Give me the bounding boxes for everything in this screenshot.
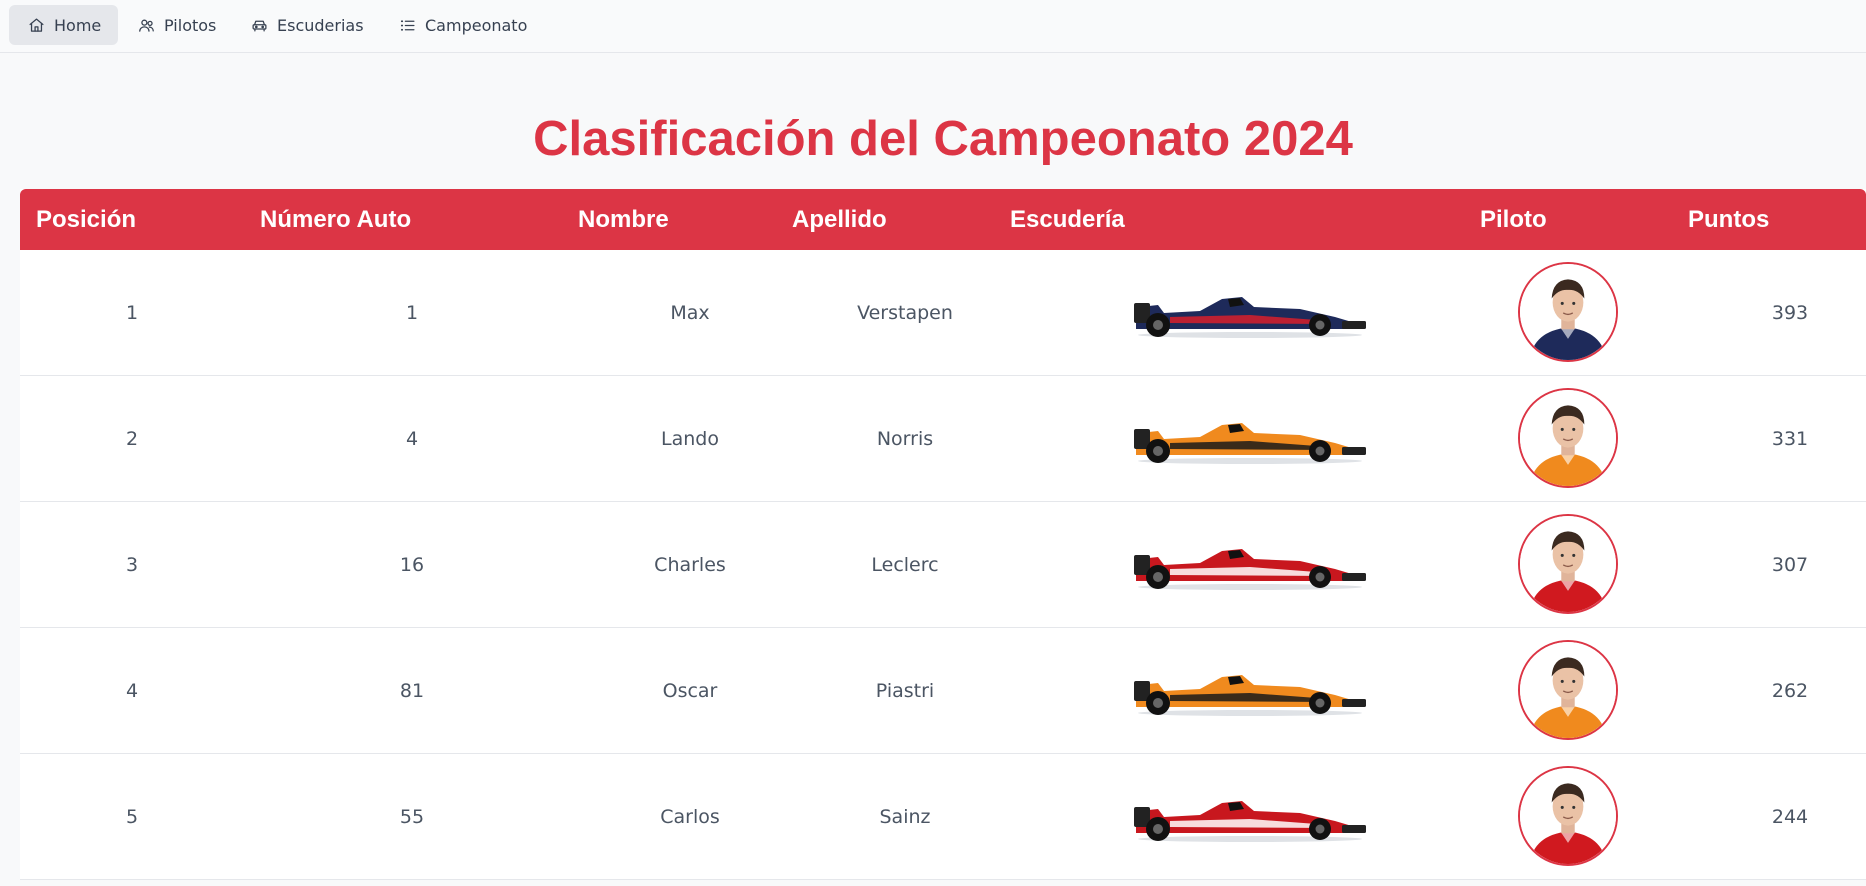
- table-row: 5 55 Carlos Sainz 244: [20, 754, 1866, 880]
- cell-position: 4: [125, 680, 139, 702]
- cell-last-name: Verstapen: [857, 302, 953, 324]
- header-car-number: Número Auto: [260, 206, 412, 233]
- nav-home-label: Home: [54, 15, 102, 35]
- cell-position: 3: [125, 554, 139, 576]
- table-row: 3 16 Charles Leclerc 307: [20, 502, 1866, 628]
- table-row: 1 1 Max Verstapen 393: [20, 250, 1866, 376]
- table-body: 1 1 Max Verstapen 393 2 4 Lando Norris 3…: [20, 250, 1866, 880]
- nav-escuderias[interactable]: Escuderias: [231, 5, 382, 45]
- car-icon: [250, 16, 268, 34]
- cell-first-name: Oscar: [662, 680, 718, 702]
- nav-campeonato-label: Campeonato: [425, 15, 528, 35]
- cell-points: 244: [1771, 806, 1809, 828]
- cell-position: 2: [125, 428, 139, 450]
- header-team: Escudería: [1010, 206, 1125, 233]
- table-header: Posición Número Auto Nombre Apellido Esc…: [20, 189, 1866, 250]
- driver-avatar: [1518, 388, 1618, 488]
- table-row: 4 81 Oscar Piastri 262: [20, 628, 1866, 754]
- home-icon: [28, 16, 45, 34]
- header-position: Posición: [36, 206, 137, 233]
- nav-home[interactable]: Home: [9, 5, 118, 45]
- cell-last-name: Norris: [876, 428, 934, 450]
- standings-table: Posición Número Auto Nombre Apellido Esc…: [20, 189, 1866, 880]
- cell-last-name: Sainz: [879, 806, 931, 828]
- cell-points: 307: [1771, 554, 1809, 576]
- list-icon: [398, 16, 416, 34]
- cell-points: 393: [1771, 302, 1809, 324]
- cell-first-name: Max: [670, 302, 710, 324]
- driver-avatar: [1518, 766, 1618, 866]
- cell-car-number: 1: [405, 302, 419, 324]
- cell-car-number: 81: [399, 680, 425, 702]
- cell-points: 331: [1771, 428, 1809, 450]
- team-car-image: [1115, 754, 1385, 880]
- driver-avatar: [1518, 262, 1618, 362]
- nav-pilotos[interactable]: Pilotos: [118, 5, 234, 45]
- header-driver: Piloto: [1480, 206, 1547, 233]
- cell-car-number: 4: [405, 428, 419, 450]
- team-car-image: [1115, 376, 1385, 502]
- page-title: Clasificación del Campeonato 2024: [533, 112, 1353, 166]
- cell-first-name: Charles: [654, 554, 726, 576]
- nav-campeonato[interactable]: Campeonato: [379, 5, 545, 45]
- header-first-name: Nombre: [578, 206, 669, 233]
- top-navbar: Home Pilotos Escuderias Campeonato: [0, 0, 1866, 53]
- nav-pilotos-label: Pilotos: [164, 15, 217, 35]
- cell-first-name: Carlos: [660, 806, 720, 828]
- table-row: 2 4 Lando Norris 331: [20, 376, 1866, 502]
- cell-last-name: Piastri: [875, 680, 935, 702]
- cell-first-name: Lando: [661, 428, 719, 450]
- cell-position: 1: [125, 302, 139, 324]
- team-car-image: [1115, 250, 1385, 376]
- team-car-image: [1115, 502, 1385, 628]
- cell-last-name: Leclerc: [871, 554, 939, 576]
- cell-points: 262: [1771, 680, 1809, 702]
- cell-car-number: 55: [399, 806, 425, 828]
- header-points: Puntos: [1688, 206, 1770, 233]
- driver-avatar: [1518, 640, 1618, 740]
- header-last-name: Apellido: [792, 206, 887, 233]
- users-icon: [137, 16, 155, 34]
- team-car-image: [1115, 628, 1385, 754]
- nav-escuderias-label: Escuderias: [277, 15, 364, 35]
- cell-car-number: 16: [399, 554, 425, 576]
- driver-avatar: [1518, 514, 1618, 614]
- cell-position: 5: [125, 806, 139, 828]
